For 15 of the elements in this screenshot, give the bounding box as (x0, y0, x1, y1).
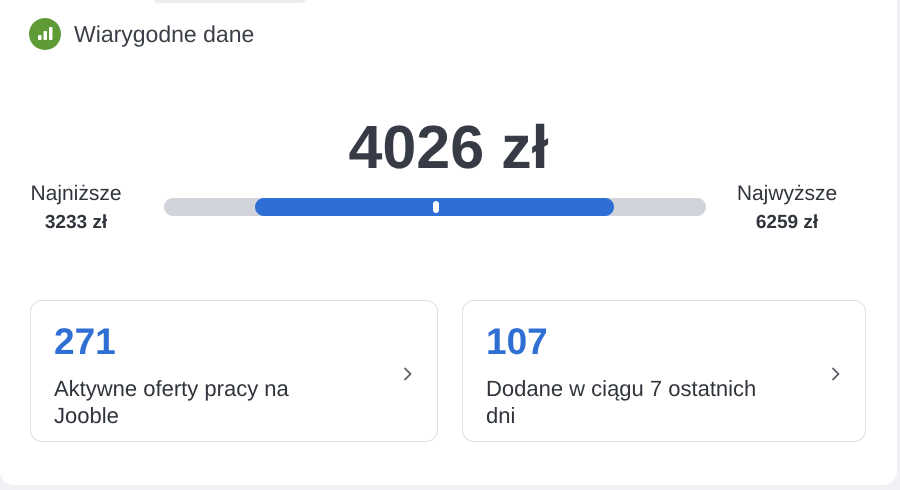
chevron-right-icon (403, 367, 413, 381)
min-value: 3233 zł (44, 212, 108, 234)
stat-count: 271 (54, 321, 117, 363)
stat-label: Aktywne oferty pracy na Jooble (54, 375, 290, 429)
max-value: 6259 zł (756, 212, 818, 234)
stat-card[interactable]: 107 Dodane w ciągu 7 ostatnich dni (462, 300, 866, 442)
header-title: Wiarygodne dane (74, 20, 254, 48)
stat-card[interactable]: 271 Aktywne oferty pracy na Jooble (30, 300, 438, 442)
stat-count: 107 (486, 321, 549, 363)
salary-value: 4026 zł (347, 114, 550, 180)
max-label: Najwyższe (736, 182, 838, 206)
stat-label: Dodane w ciągu 7 ostatnich dni (486, 375, 758, 429)
chevron-right-icon (831, 367, 841, 381)
bar-chart-icon (29, 18, 61, 50)
min-label: Najniższe (30, 182, 122, 206)
